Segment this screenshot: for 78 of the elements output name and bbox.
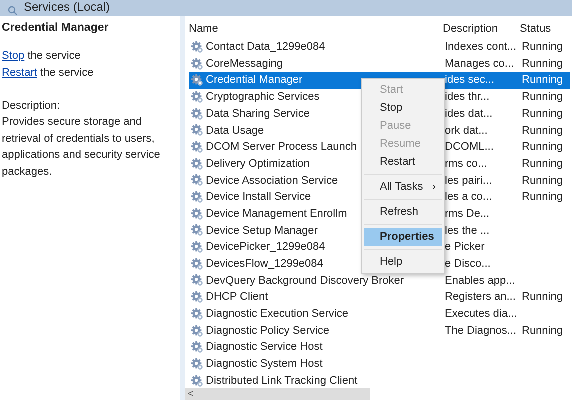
gear-icon	[191, 341, 204, 354]
status-cell-text: Running	[521, 56, 564, 72]
status-cell-text: Running	[521, 156, 564, 172]
column-header[interactable]: Name	[185, 20, 443, 38]
status-cell-text: Running	[521, 174, 564, 189]
service-name[interactable]: Diagnostic System Host	[189, 356, 443, 373]
status-cell-text: Running	[521, 90, 564, 106]
description-cell-text: DCOML...	[444, 140, 495, 156]
service-name[interactable]: Diagnostic Service Host	[189, 339, 443, 356]
gear-icon	[191, 374, 204, 388]
status-cell-text: Running	[521, 290, 564, 306]
gear-icon	[191, 191, 204, 204]
description-cell-text: rms co...	[444, 156, 488, 172]
scroll-left-button[interactable]: <	[185, 388, 370, 400]
service-name[interactable]: Distributed Link Tracking Client	[189, 372, 443, 390]
service-name[interactable]: Contact Data_1299e084	[189, 39, 443, 56]
description-cell-text: The Diagnos...	[444, 324, 518, 339]
description-cell-text: Indexes cont...	[444, 40, 518, 56]
gear-icon	[191, 158, 204, 171]
column-header[interactable]: Description	[443, 20, 520, 38]
action-text: the service	[40, 66, 94, 79]
gear-icon	[191, 40, 204, 54]
search-icon	[8, 6, 18, 16]
description-label: Description:	[2, 98, 62, 114]
gear-icon	[191, 140, 204, 154]
gear-icon	[191, 208, 204, 221]
description-text: Provides secure storage and retrieval of credentials to users, applications and security service packages.	[2, 115, 162, 180]
status-cell-text: Running	[521, 324, 564, 339]
description-cell-text: les a co...	[444, 190, 494, 206]
status-cell-text: Running	[521, 140, 564, 156]
description-cell-text: Executes dia...	[444, 307, 518, 322]
description-cell-text: les pairi...	[444, 174, 494, 189]
gear-icon	[191, 258, 204, 271]
gear-icon	[191, 308, 204, 321]
description-cell-text: les the ...	[444, 224, 491, 239]
gear-icon	[191, 124, 204, 138]
description-cell-text: ides thr...	[444, 90, 491, 106]
status-cell-text: Running	[521, 190, 564, 206]
service-name[interactable]: DevQuery Background Discovery Broker	[189, 272, 443, 290]
gear-icon	[191, 174, 204, 188]
gear-icon	[191, 274, 204, 288]
service-name[interactable]: DHCP Client	[189, 289, 443, 306]
menu-item[interactable]: Refresh	[364, 203, 442, 221]
action-link[interactable]: Restart	[2, 66, 38, 79]
description-cell: ides sec...	[443, 72, 520, 89]
description-cell-text: e Disco...	[444, 257, 492, 272]
menu-item[interactable]: Help	[364, 253, 442, 271]
menu-item[interactable]: Stop	[364, 99, 442, 117]
action-text: the service	[26, 50, 81, 62]
description-cell-text: ides dat...	[444, 106, 494, 122]
status-cell-text: Running	[521, 40, 564, 56]
action-link[interactable]: Stop	[2, 50, 25, 62]
menu-item[interactable]: Restart	[364, 153, 442, 171]
gear-icon	[191, 90, 204, 104]
service-title: Credential Manager	[2, 21, 110, 36]
description-cell-text: Manages co...	[444, 56, 516, 72]
service-name[interactable]: CoreMessaging	[189, 56, 443, 72]
column-header[interactable]: Status	[520, 20, 570, 38]
gear-icon	[191, 291, 204, 304]
gear-icon	[191, 324, 204, 338]
gear-icon	[191, 58, 204, 71]
gear-icon	[191, 358, 204, 371]
description-cell-text: Enables app...	[444, 274, 516, 289]
status-cell: Running	[520, 72, 570, 89]
pane-title: Services (Local)	[24, 0, 110, 14]
description-cell-text: e Picker	[444, 240, 486, 256]
service-name[interactable]: Diagnostic Policy Service	[189, 322, 443, 340]
description-cell-text: Registers an...	[444, 290, 517, 306]
gear-icon	[191, 74, 204, 88]
service-name[interactable]: Diagnostic Execution Service	[189, 306, 443, 323]
description-cell-text: rms De...	[444, 206, 491, 222]
menu-item[interactable]: Properties	[364, 228, 442, 246]
gear-icon	[191, 108, 204, 121]
gear-icon	[191, 224, 204, 238]
status-cell-text: Running	[521, 106, 564, 122]
description-cell-text: ork dat...	[444, 124, 489, 139]
gear-icon	[191, 241, 204, 254]
status-cell-text: Running	[521, 124, 564, 139]
